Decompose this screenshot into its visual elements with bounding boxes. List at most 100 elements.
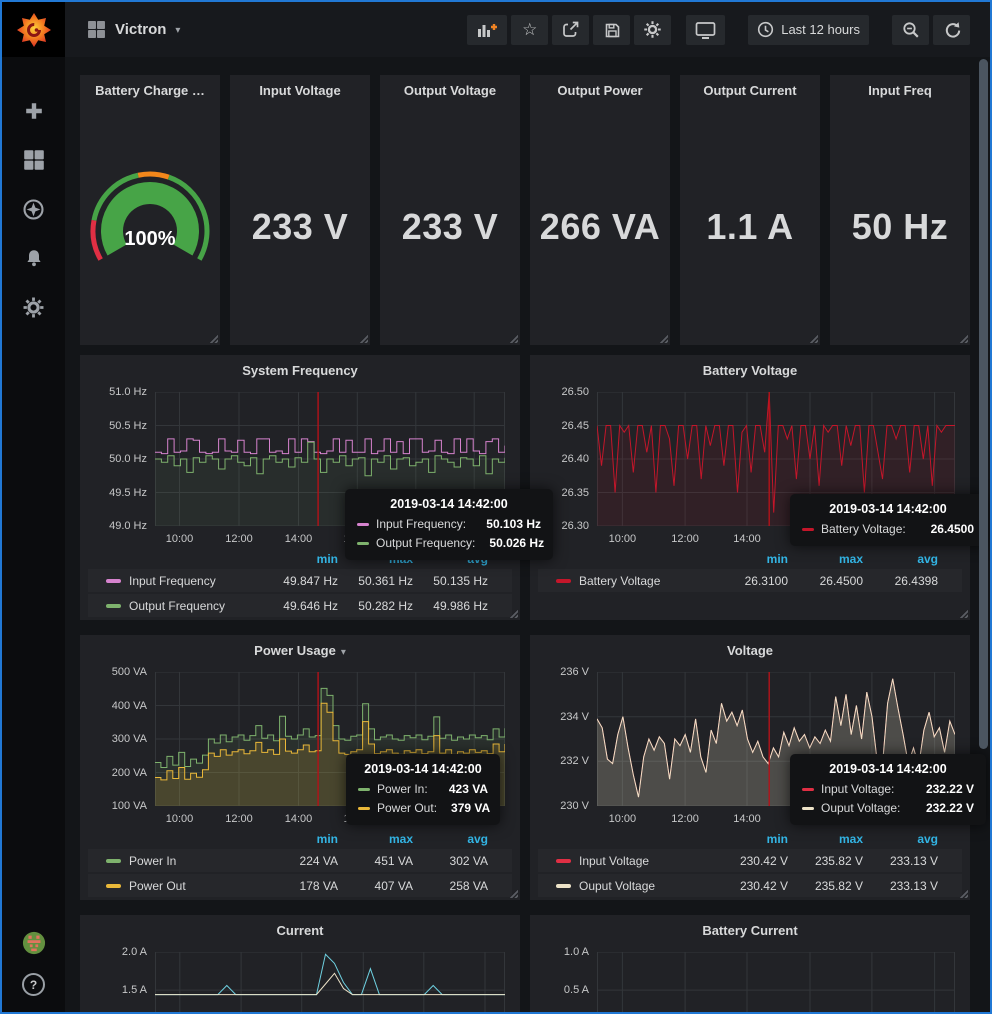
- panel-resize-handle[interactable]: [659, 334, 668, 343]
- grafana-logo[interactable]: [2, 2, 65, 57]
- y-axis-tick-label: 50.5 Hz: [80, 420, 147, 432]
- series-label[interactable]: Ouput Voltage: [579, 879, 713, 893]
- panel-resize-handle[interactable]: [509, 609, 518, 618]
- panel-resize-handle[interactable]: [209, 334, 218, 343]
- sidebar-item-dashboards[interactable]: [22, 148, 46, 172]
- y-axis-tick-label: 50.0 Hz: [80, 453, 147, 465]
- tooltip-series-row: Battery Voltage:26.4500: [802, 522, 974, 536]
- panel-resize-handle[interactable]: [359, 334, 368, 343]
- x-axis-tick-label: 14:00: [285, 533, 313, 545]
- panel-title[interactable]: Output Power: [530, 83, 670, 98]
- panel-title[interactable]: Power Usage▾: [80, 643, 520, 658]
- sidebar-item-alerting[interactable]: [22, 246, 46, 270]
- panel-title[interactable]: System Frequency: [80, 363, 520, 378]
- panel-title[interactable]: Input Voltage: [230, 83, 370, 98]
- legend: minmaxavgPower In224 VA451 VA302 VAPower…: [88, 831, 512, 899]
- x-axis-tick-label: 10:00: [609, 813, 637, 825]
- legend-sort-min[interactable]: min: [713, 832, 788, 846]
- panel-title[interactable]: Battery Current: [530, 923, 970, 938]
- panel-title[interactable]: Current: [80, 923, 520, 938]
- series-label[interactable]: Input Frequency: [129, 574, 263, 588]
- panel-title[interactable]: Input Freq: [830, 83, 970, 98]
- y-axis-tick-label: 26.45: [530, 420, 589, 432]
- tooltip-series-row: Output Frequency:50.026 Hz: [357, 536, 541, 550]
- series-label[interactable]: Battery Voltage: [579, 574, 713, 588]
- vertical-scrollbar[interactable]: [979, 59, 988, 749]
- chart-plot-area[interactable]: [155, 952, 505, 1012]
- panel-resize-handle[interactable]: [959, 609, 968, 618]
- add-panel-icon: [476, 21, 498, 39]
- panel-resize-handle[interactable]: [959, 889, 968, 898]
- series-color-swatch[interactable]: [106, 859, 121, 863]
- y-axis-tick-label: 400 VA: [80, 700, 147, 712]
- star-dashboard-button[interactable]: ☆: [511, 15, 548, 45]
- panel-output-voltage-stat: Output Voltage 233 V: [380, 75, 520, 345]
- refresh-button[interactable]: [933, 15, 970, 45]
- chart-plot-area[interactable]: [597, 952, 955, 1012]
- refresh-icon: [943, 21, 961, 39]
- series-color-swatch: [357, 523, 369, 526]
- zoom-out-button[interactable]: [892, 15, 929, 45]
- panel-resize-handle[interactable]: [959, 334, 968, 343]
- star-icon: ☆: [522, 21, 537, 38]
- graph-tooltip: 2019-03-14 14:42:00Input Voltage:232.22 …: [790, 754, 986, 825]
- legend-value: 230.42 V: [713, 879, 788, 893]
- series-label[interactable]: Output Frequency: [129, 599, 263, 613]
- panel-resize-handle[interactable]: [509, 889, 518, 898]
- series-color-swatch[interactable]: [556, 859, 571, 863]
- sidebar-item-configuration[interactable]: [22, 295, 46, 319]
- sidebar-item-explore[interactable]: [22, 197, 46, 221]
- dashboard-picker[interactable]: Victron ▾: [87, 20, 180, 39]
- time-range-picker[interactable]: Last 12 hours: [748, 15, 869, 45]
- panel-resize-handle[interactable]: [509, 334, 518, 343]
- x-axis-tick-label: 14:00: [733, 813, 761, 825]
- help-button[interactable]: ?: [22, 973, 45, 996]
- panel-battery-voltage: Battery Voltage26.5026.4526.4026.3526.30…: [530, 355, 970, 620]
- question-mark-icon: ?: [30, 978, 37, 992]
- share-dashboard-button[interactable]: [552, 15, 589, 45]
- tooltip-series-label: Power Out:: [377, 801, 437, 815]
- legend-sort-max[interactable]: max: [788, 832, 863, 846]
- panel-title[interactable]: Voltage: [530, 643, 970, 658]
- cycle-view-mode-button[interactable]: [686, 15, 725, 45]
- series-label[interactable]: Power Out: [129, 879, 263, 893]
- y-axis-tick-label: 234 V: [530, 711, 589, 723]
- panel-title[interactable]: Output Current: [680, 83, 820, 98]
- series-label[interactable]: Power In: [129, 854, 263, 868]
- legend-series-row: Battery Voltage26.310026.450026.4398: [538, 569, 962, 592]
- y-axis-tick-label: 0.5 A: [530, 984, 589, 996]
- series-color-swatch[interactable]: [556, 579, 571, 583]
- legend-sort-max[interactable]: max: [338, 832, 413, 846]
- legend-sort-max[interactable]: max: [788, 552, 863, 566]
- legend-sort-avg[interactable]: avg: [863, 552, 938, 566]
- series-color-swatch[interactable]: [106, 604, 121, 608]
- sidebar-item-create[interactable]: [22, 99, 46, 123]
- legend-value: 258 VA: [413, 879, 488, 893]
- user-avatar[interactable]: [22, 931, 46, 955]
- legend-sort-avg[interactable]: avg: [413, 832, 488, 846]
- add-panel-button[interactable]: [467, 15, 507, 45]
- sidebar-nav: [22, 99, 46, 319]
- series-color-swatch[interactable]: [556, 884, 571, 888]
- dashboard-title: Victron: [115, 21, 166, 38]
- panel-title[interactable]: Battery Voltage: [530, 363, 970, 378]
- legend-sort-min[interactable]: min: [263, 832, 338, 846]
- legend-sort-min[interactable]: min: [263, 552, 338, 566]
- panel-title[interactable]: Output Voltage: [380, 83, 520, 98]
- legend-sort-min[interactable]: min: [713, 552, 788, 566]
- legend-value: 451 VA: [338, 854, 413, 868]
- tooltip-timestamp: 2019-03-14 14:42:00: [358, 762, 488, 776]
- share-icon: [561, 20, 580, 39]
- save-dashboard-button[interactable]: [593, 15, 630, 45]
- panel-output-power-stat: Output Power 266 VA: [530, 75, 670, 345]
- panel-resize-handle[interactable]: [809, 334, 818, 343]
- x-axis-tick-label: 10:00: [609, 533, 637, 545]
- series-color-swatch[interactable]: [106, 579, 121, 583]
- legend-series-row: Ouput Voltage230.42 V235.82 V233.13 V: [538, 874, 962, 897]
- series-label[interactable]: Input Voltage: [579, 854, 713, 868]
- dashboard-settings-button[interactable]: [634, 15, 671, 45]
- panel-title[interactable]: Battery Charge …: [80, 83, 220, 98]
- legend-sort-avg[interactable]: avg: [863, 832, 938, 846]
- series-color-swatch[interactable]: [106, 884, 121, 888]
- legend: minmaxavgInput Frequency49.847 Hz50.361 …: [88, 551, 512, 619]
